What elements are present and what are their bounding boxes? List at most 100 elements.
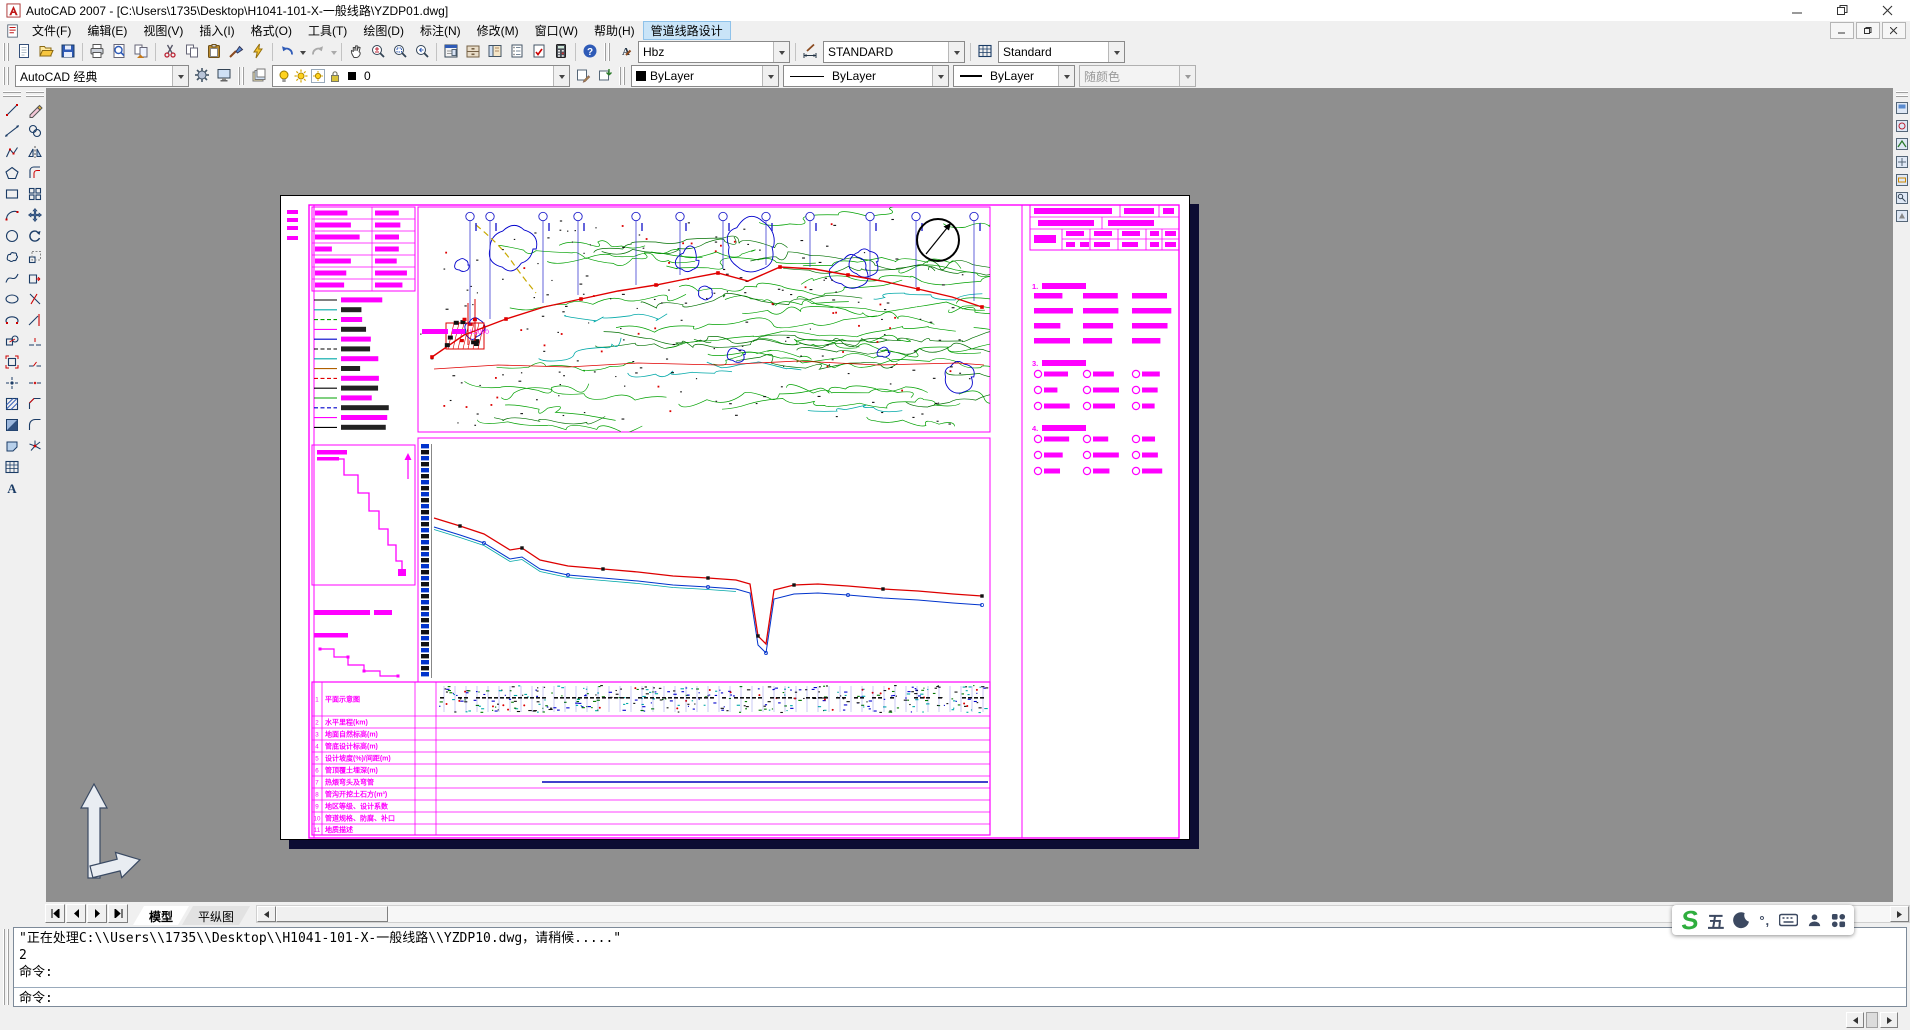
make-block-button[interactable] bbox=[1, 353, 22, 374]
color-swatch-icon[interactable] bbox=[344, 68, 360, 84]
scroll-left-button[interactable] bbox=[257, 906, 276, 922]
spline-button[interactable] bbox=[1, 269, 22, 290]
dock-tool-6-button[interactable] bbox=[1894, 191, 1910, 207]
trim-button[interactable] bbox=[24, 290, 45, 311]
open-button[interactable] bbox=[35, 41, 57, 63]
tab-last-button[interactable] bbox=[108, 904, 128, 923]
toolbar-grip[interactable] bbox=[3, 91, 21, 98]
sheetset-manager-button[interactable] bbox=[506, 41, 528, 63]
lineweight-combo[interactable]: ByLayer bbox=[953, 65, 1075, 87]
zoom-window-button[interactable] bbox=[389, 41, 411, 63]
combo-arrow[interactable] bbox=[773, 42, 789, 62]
dim-style-button[interactable] bbox=[799, 41, 821, 63]
arc-button[interactable] bbox=[1, 206, 22, 227]
layer-manager-button[interactable] bbox=[248, 65, 270, 87]
dock-tool-4-button[interactable] bbox=[1894, 155, 1910, 171]
chamfer-button[interactable] bbox=[24, 395, 45, 416]
display-config-button[interactable] bbox=[213, 65, 235, 87]
toolbox-icon[interactable] bbox=[1831, 913, 1846, 928]
menu-视图V[interactable]: 视图(V) bbox=[135, 21, 191, 40]
menu-文件F[interactable]: 文件(F) bbox=[24, 21, 79, 40]
undo-dropdown-arrow[interactable] bbox=[298, 41, 307, 63]
combo-arrow[interactable] bbox=[1058, 66, 1074, 86]
menu-格式O[interactable]: 格式(O) bbox=[243, 21, 300, 40]
join-button[interactable] bbox=[24, 374, 45, 395]
cmd-scrollbar-thumb[interactable] bbox=[1866, 1012, 1878, 1028]
bulb-icon[interactable] bbox=[276, 68, 292, 84]
person-icon[interactable] bbox=[1807, 913, 1822, 928]
polyline-button[interactable] bbox=[1, 143, 22, 164]
color-combo[interactable]: ByLayer bbox=[631, 65, 779, 87]
cmd-scroll-left-button[interactable] bbox=[1846, 1012, 1864, 1028]
table-style-button[interactable] bbox=[974, 41, 996, 63]
toolbar-grip[interactable] bbox=[238, 67, 245, 85]
combo-arrow[interactable] bbox=[932, 66, 948, 86]
region-button[interactable] bbox=[1, 437, 22, 458]
zoom-realtime-button[interactable] bbox=[367, 41, 389, 63]
close-button[interactable] bbox=[1865, 0, 1910, 21]
ellipse-arc-button[interactable] bbox=[1, 311, 22, 332]
menu-插入I[interactable]: 插入(I) bbox=[191, 21, 242, 40]
offset-button[interactable] bbox=[24, 164, 45, 185]
array-button[interactable] bbox=[24, 185, 45, 206]
move-button[interactable] bbox=[24, 206, 45, 227]
help-button[interactable]: ? bbox=[579, 41, 601, 63]
toolbar-grip[interactable] bbox=[604, 43, 611, 61]
combo-arrow[interactable] bbox=[1108, 42, 1124, 62]
paste-button[interactable] bbox=[203, 41, 225, 63]
table-style-combo[interactable]: Standard bbox=[998, 41, 1125, 63]
doc-minimize-button[interactable] bbox=[1830, 22, 1854, 39]
combo-arrow[interactable] bbox=[172, 66, 188, 86]
scale-button[interactable] bbox=[24, 248, 45, 269]
menu-帮助H[interactable]: 帮助(H) bbox=[586, 21, 643, 40]
combo-arrow[interactable] bbox=[553, 66, 569, 86]
sun-viewport-icon[interactable] bbox=[310, 68, 326, 84]
dock-tool-3-button[interactable] bbox=[1894, 137, 1910, 153]
tab-平纵图[interactable]: 平纵图 bbox=[182, 906, 250, 925]
cut-button[interactable] bbox=[159, 41, 181, 63]
tab-first-button[interactable] bbox=[45, 904, 65, 923]
menu-管道线路设计[interactable]: 管道线路设计 bbox=[643, 21, 731, 40]
minimize-button[interactable] bbox=[1775, 0, 1820, 21]
command-history[interactable]: "正在处理C:\\Users\\1735\\Desktop\\H1041-101… bbox=[14, 928, 1906, 988]
tab-next-button[interactable] bbox=[87, 904, 107, 923]
toolbar-grip[interactable] bbox=[619, 67, 626, 85]
match-properties-button[interactable] bbox=[225, 41, 247, 63]
new-button[interactable] bbox=[13, 41, 35, 63]
table-button[interactable] bbox=[1, 458, 22, 479]
menu-窗口W[interactable]: 窗口(W) bbox=[527, 21, 586, 40]
break-button[interactable] bbox=[24, 353, 45, 374]
cmd-scroll-right-button[interactable] bbox=[1880, 1012, 1898, 1028]
text-style-button[interactable]: A bbox=[614, 41, 636, 63]
ime-logo-icon[interactable]: S bbox=[1680, 906, 1700, 934]
menu-工具T[interactable]: 工具(T) bbox=[300, 21, 355, 40]
revcloud-button[interactable] bbox=[1, 248, 22, 269]
gradient-button[interactable] bbox=[1, 416, 22, 437]
fillet-button[interactable] bbox=[24, 416, 45, 437]
hatch-button[interactable] bbox=[1, 395, 22, 416]
dock-tool-2-button[interactable] bbox=[1894, 119, 1910, 135]
mtext-button[interactable]: A bbox=[1, 479, 22, 500]
block-editor-button[interactable] bbox=[247, 41, 269, 63]
stretch-button[interactable] bbox=[24, 269, 45, 290]
doc-restore-button[interactable] bbox=[1856, 22, 1880, 39]
toolbar-grip[interactable] bbox=[1896, 91, 1908, 98]
toolbar-grip[interactable] bbox=[3, 43, 10, 61]
line-button[interactable] bbox=[1, 101, 22, 122]
dock-tool-7-button[interactable] bbox=[1894, 209, 1910, 225]
horizontal-scrollbar[interactable] bbox=[256, 905, 1910, 923]
doc-close-button[interactable] bbox=[1882, 22, 1906, 39]
redo-dropdown-arrow[interactable] bbox=[329, 41, 338, 63]
markup-manager-button[interactable] bbox=[528, 41, 550, 63]
quickcalc-button[interactable] bbox=[550, 41, 572, 63]
toolbar-grip[interactable] bbox=[3, 67, 10, 85]
ime-mode-button[interactable]: 五 bbox=[1707, 908, 1724, 933]
redo-button[interactable] bbox=[307, 41, 329, 63]
ellipse-button[interactable] bbox=[1, 290, 22, 311]
menu-绘图D[interactable]: 绘图(D) bbox=[355, 21, 412, 40]
layer-combo[interactable]: 0 bbox=[272, 65, 570, 87]
break-at-point-button[interactable] bbox=[24, 332, 45, 353]
command-window-grip[interactable] bbox=[3, 929, 10, 1005]
combo-arrow[interactable] bbox=[948, 42, 964, 62]
drawing-canvas[interactable]: 1:20001平面示意图2水平里程(km)3地面自然标高(m)4管底设计标高(m… bbox=[46, 88, 1893, 902]
